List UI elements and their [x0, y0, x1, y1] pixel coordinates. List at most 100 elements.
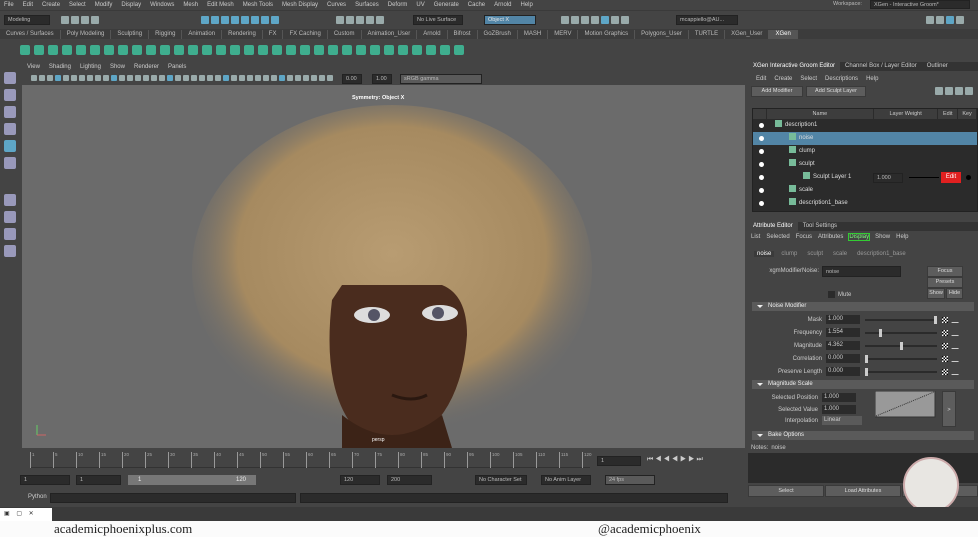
character-set-select[interactable]: No Character Set — [475, 475, 527, 485]
viewport-menu-view[interactable]: View — [27, 64, 40, 73]
viewport-tool-icon[interactable] — [303, 74, 309, 81]
tab-tool-settings[interactable]: Tool Settings — [798, 222, 842, 231]
show-button[interactable]: Show — [927, 288, 945, 299]
focus-button[interactable]: Focus — [927, 266, 963, 277]
node-tab-scale[interactable]: scale — [830, 251, 850, 257]
current-frame-field[interactable]: 1 — [597, 456, 641, 466]
shelf-tool-icon[interactable] — [34, 44, 44, 55]
node-name-field[interactable]: noise — [822, 265, 901, 277]
attr-slider[interactable] — [865, 354, 937, 363]
node-tab-noise[interactable]: noise — [754, 251, 775, 257]
slider-handle[interactable] — [878, 328, 882, 337]
shelf-tool-icon[interactable] — [440, 44, 450, 55]
load-attributes-button[interactable]: Load Attributes — [825, 485, 901, 497]
menu-generate[interactable]: Generate — [434, 2, 459, 8]
tree-row-noise[interactable]: noise — [753, 132, 977, 145]
viewport-tool-icon[interactable] — [183, 74, 189, 81]
shelf-tool-icon[interactable] — [300, 44, 310, 55]
menu-edit[interactable]: Edit — [23, 2, 33, 8]
selected-value-field[interactable]: 1.000 — [822, 405, 856, 414]
map-checker-icon[interactable] — [942, 329, 948, 336]
menu-surfaces[interactable]: Surfaces — [355, 2, 379, 8]
viewport-tool-icon[interactable] — [295, 74, 301, 81]
menu-display[interactable]: Display — [121, 2, 141, 8]
layer-weight-slider[interactable] — [909, 177, 939, 178]
attr-slider[interactable] — [865, 315, 937, 324]
anim-layer-select[interactable]: No Anim Layer — [541, 475, 591, 485]
shelf-tool-icon[interactable] — [230, 44, 240, 55]
attr-value-field[interactable]: 1.000 — [826, 315, 860, 324]
command-input[interactable] — [50, 493, 296, 503]
menu-cache[interactable]: Cache — [468, 2, 485, 8]
shelf-tab-merv[interactable]: MERV — [548, 29, 579, 39]
shelf-tool-icon[interactable] — [48, 44, 58, 55]
select-button[interactable]: Select — [748, 485, 824, 497]
shelf-tool-icon[interactable] — [398, 44, 408, 55]
shelf-tab-arnold[interactable]: Arnold — [417, 29, 448, 39]
layout-four-icon[interactable] — [4, 211, 16, 223]
shelf-tool-icon[interactable] — [104, 44, 114, 55]
shelf-tool-icon[interactable] — [356, 44, 366, 55]
shelf-tool-icon[interactable] — [132, 44, 142, 55]
shelf-tab-xgen[interactable]: XGen — [769, 29, 798, 39]
exposure-field[interactable]: 0.00 — [342, 73, 362, 84]
shelf-tool-icon[interactable] — [118, 44, 128, 55]
menu-create[interactable]: Create — [42, 2, 60, 8]
col-layer-weight[interactable]: Layer Weight — [874, 109, 939, 119]
shelf-tab-turtle[interactable]: TURTLE — [689, 29, 726, 39]
shelf-tab-bifrost[interactable]: Bifrost — [448, 29, 478, 39]
time-slider[interactable]: 1 5 10 15 20 25 30 35 40 45 50 55 60 65 70 75 80 85 90 95 10… — [22, 450, 745, 470]
viewport-tool-icon[interactable] — [255, 74, 261, 81]
attr-value-field[interactable]: 0.000 — [826, 367, 860, 376]
viewport-tool-icon[interactable] — [279, 74, 285, 81]
col-edit[interactable]: Edit — [938, 109, 959, 119]
layout-single-icon[interactable] — [4, 194, 16, 206]
viewport-tool-icon[interactable] — [71, 74, 77, 81]
shelf-tab-curves-surfaces[interactable]: Curves / Surfaces — [0, 29, 61, 39]
tab-channel-box[interactable]: Channel Box / Layer Editor — [840, 62, 922, 71]
attr-value-field[interactable]: 0.000 — [826, 354, 860, 363]
menu-file[interactable]: File — [4, 2, 14, 8]
ramp-graph[interactable] — [875, 391, 937, 419]
menu-modify[interactable]: Modify — [95, 2, 113, 8]
edit-layer-button[interactable]: Edit — [941, 172, 961, 183]
groom-menu-descriptions[interactable]: Descriptions — [825, 76, 858, 82]
viewport-tool-icon[interactable] — [247, 74, 253, 81]
menu-arnold[interactable]: Arnold — [494, 2, 511, 8]
shelf-tool-icon[interactable] — [426, 44, 436, 55]
viewport-tool-icon[interactable] — [55, 74, 61, 81]
playback-end-field[interactable]: 120 — [340, 475, 380, 485]
viewport-menu-lighting[interactable]: Lighting — [80, 64, 101, 73]
shelf-tool-icon[interactable] — [62, 44, 72, 55]
viewport-tool-icon[interactable] — [151, 74, 157, 81]
viewport-tool-icon[interactable] — [31, 74, 37, 81]
viewport-menu-show[interactable]: Show — [110, 64, 125, 73]
node-tab-clump[interactable]: clump — [778, 251, 800, 257]
attr-menu-focus[interactable]: Focus — [796, 234, 812, 240]
slider-handle[interactable] — [934, 315, 937, 324]
move-tool-icon[interactable] — [4, 123, 16, 135]
paint-brush-icon[interactable] — [951, 316, 962, 323]
mute-checkbox[interactable] — [828, 291, 835, 298]
viewport-tool-icon[interactable] — [271, 74, 277, 81]
viewport-tool-icon[interactable] — [111, 74, 117, 81]
shelf-tab-mash[interactable]: MASH — [518, 29, 549, 39]
shelf-tool-icon[interactable] — [146, 44, 156, 55]
viewport-3d[interactable]: Symmetry: Object X persp — [22, 85, 745, 448]
shelf-tab-rendering[interactable]: Rendering — [222, 29, 263, 39]
menu-mesh-tools[interactable]: Mesh Tools — [243, 2, 273, 8]
slider-handle[interactable] — [865, 367, 868, 376]
presets-button[interactable]: Presets — [927, 277, 963, 288]
shelf-tool-icon[interactable] — [202, 44, 212, 55]
interpolation-select[interactable]: Linear — [822, 416, 862, 425]
scene-end-field[interactable]: 200 — [387, 475, 432, 485]
shelf-tab-gozbrush[interactable]: GoZBrush — [478, 29, 518, 39]
tab-attribute-editor[interactable]: Attribute Editor — [748, 222, 798, 231]
add-modifier-button[interactable]: Add Modifier — [751, 86, 803, 97]
shelf-tool-icon[interactable] — [286, 44, 296, 55]
paint-brush-icon[interactable] — [951, 355, 962, 362]
map-checker-icon[interactable] — [942, 368, 948, 375]
groom-menu-edit[interactable]: Edit — [756, 76, 766, 82]
paint-brush-icon[interactable] — [951, 342, 962, 349]
attr-menu-list[interactable]: List — [751, 234, 760, 240]
